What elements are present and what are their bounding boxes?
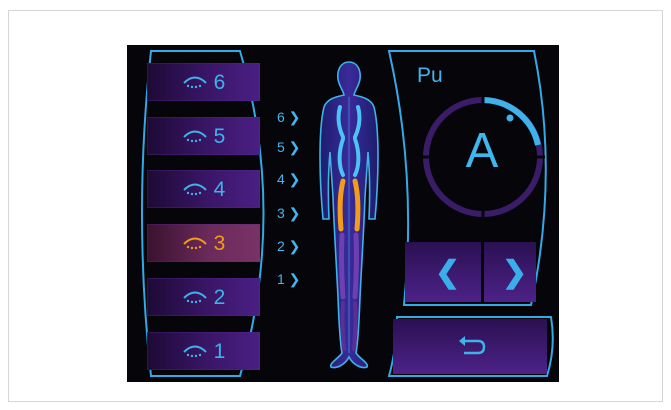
program-label: Pu [417,64,443,87]
zone-marker-5: 5 ❯ [277,139,301,155]
zone-button-2[interactable]: 2 [147,278,260,316]
chevron-left-icon: ❮ [435,256,461,289]
next-button[interactable]: ❯ [484,242,536,302]
zone-label: 1 [213,339,226,363]
massage-waves-icon [182,130,207,143]
zone-marker-3: 3 ❯ [277,205,301,221]
massage-waves-icon [182,237,207,250]
zone-marker-4: 4 ❯ [277,171,301,187]
zone-button-4[interactable]: 4 [147,170,260,208]
zone-button-3[interactable]: 3 [147,224,260,262]
body-figure-icon [319,61,379,369]
zone-button-5[interactable]: 5 [147,117,260,155]
device-screen: 6 5 4 3 2 1 6 ❯ 5 ❯ 4 ❯ 3 ❯ 2 ❯ 1 ❯ Pu A… [127,45,559,382]
massage-waves-icon [182,291,207,304]
zone-label: 2 [213,285,226,309]
massage-waves-icon [182,76,207,89]
zone-marker-2: 2 ❯ [277,238,301,254]
massage-waves-icon [182,183,207,196]
zone-label: 5 [213,124,226,148]
return-arrow-icon [459,336,486,355]
zone-marker-1: 1 ❯ [277,271,301,287]
chevron-right-icon: ❯ [502,256,528,289]
previous-button[interactable]: ❮ [405,242,481,302]
zone-label: 6 [213,70,226,94]
zone-label: 3 [213,231,226,255]
mode-indicator: A [465,124,499,178]
back-button[interactable] [393,319,547,374]
zone-marker-6: 6 ❯ [277,109,301,125]
zone-button-6[interactable]: 6 [147,63,260,101]
zone-button-1[interactable]: 1 [147,332,260,370]
massage-waves-icon [182,345,207,358]
zone-label: 4 [213,177,226,201]
